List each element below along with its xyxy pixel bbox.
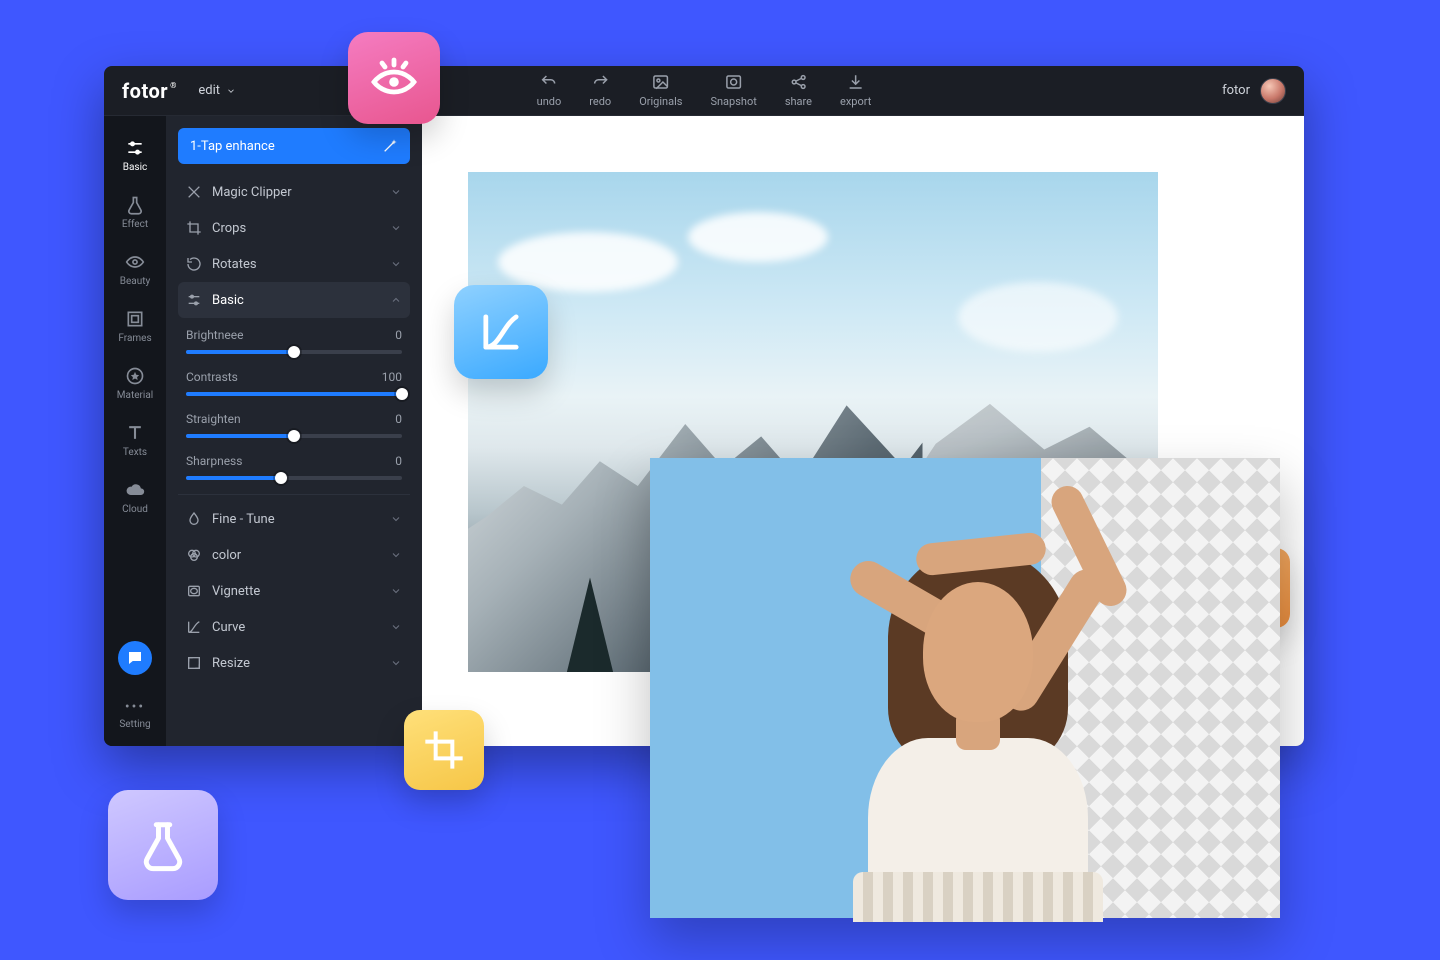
one-tap-enhance-button[interactable]: 1-Tap enhance bbox=[178, 128, 410, 164]
edit-panel: 1-Tap enhance Magic Clipper Crops Rotate… bbox=[166, 116, 422, 746]
brand-registered: ® bbox=[170, 81, 176, 90]
undo-icon bbox=[540, 73, 558, 91]
slider-contrast[interactable]: Contrasts100 bbox=[186, 370, 402, 396]
panel-rotates[interactable]: Rotates bbox=[178, 246, 410, 282]
brand: fotor ® bbox=[122, 79, 176, 103]
sliders-icon bbox=[186, 292, 202, 308]
more-icon: ••• bbox=[125, 699, 145, 715]
rotate-icon bbox=[186, 256, 202, 272]
rail-beauty[interactable]: Beauty bbox=[104, 244, 166, 295]
rail-effect[interactable]: Effect bbox=[104, 187, 166, 238]
cloud-icon bbox=[125, 480, 145, 500]
foreground-cutout-preview bbox=[650, 458, 1280, 918]
crop-icon bbox=[186, 220, 202, 236]
originals-button[interactable]: Originals bbox=[639, 73, 682, 108]
rail-texts[interactable]: Texts bbox=[104, 415, 166, 466]
chevron-down-icon bbox=[226, 86, 236, 96]
panel-vignette[interactable]: Vignette bbox=[178, 573, 410, 609]
sliders-icon bbox=[125, 138, 145, 158]
frame-icon bbox=[125, 309, 145, 329]
flask-icon bbox=[125, 195, 145, 215]
avatar[interactable] bbox=[1260, 78, 1286, 104]
side-rail: Basic Effect Beauty Frames Material Text… bbox=[104, 116, 166, 746]
topbar: fotor ® edit undo redo Originals bbox=[104, 66, 1304, 116]
panel-resize[interactable]: Resize bbox=[178, 645, 410, 681]
rail-material[interactable]: Material bbox=[104, 358, 166, 409]
chat-icon bbox=[126, 649, 144, 667]
panel-fine-tune[interactable]: Fine - Tune bbox=[178, 501, 410, 537]
download-icon bbox=[847, 73, 865, 91]
share-button[interactable]: share bbox=[785, 73, 812, 108]
basic-sliders: Brightneee0 Contrasts100 Straighten0 Sha… bbox=[178, 318, 410, 495]
rail-basic[interactable]: Basic bbox=[104, 130, 166, 181]
tile-curve-icon bbox=[454, 285, 548, 379]
text-icon bbox=[125, 423, 145, 443]
vignette-icon bbox=[186, 583, 202, 599]
rail-frames[interactable]: Frames bbox=[104, 301, 166, 352]
color-icon bbox=[186, 547, 202, 563]
curve-icon bbox=[186, 619, 202, 635]
redo-button[interactable]: redo bbox=[589, 73, 611, 108]
redo-icon bbox=[591, 73, 609, 91]
chevron-down-icon bbox=[390, 585, 402, 597]
rail-setting[interactable]: ••• Setting bbox=[119, 699, 150, 736]
star-circle-icon bbox=[125, 366, 145, 386]
slider-brightness[interactable]: Brightneee0 bbox=[186, 328, 402, 354]
chevron-down-icon bbox=[390, 186, 402, 198]
topbar-user: fotor bbox=[1222, 78, 1286, 104]
panel-curve[interactable]: Curve bbox=[178, 609, 410, 645]
cutout-person bbox=[808, 498, 1148, 918]
topbar-actions: undo redo Originals Snapshot share expor… bbox=[537, 73, 872, 108]
panel-basic[interactable]: Basic bbox=[178, 282, 410, 318]
droplet-icon bbox=[186, 511, 202, 527]
scissors-icon bbox=[186, 184, 202, 200]
chevron-down-icon bbox=[390, 549, 402, 561]
tile-preview-icon bbox=[348, 32, 440, 124]
panel-color[interactable]: color bbox=[178, 537, 410, 573]
chevron-down-icon bbox=[390, 222, 402, 234]
rail-cloud[interactable]: Cloud bbox=[104, 472, 166, 523]
chat-fab[interactable] bbox=[118, 641, 152, 675]
chevron-down-icon bbox=[390, 621, 402, 633]
panel-crops[interactable]: Crops bbox=[178, 210, 410, 246]
eye-icon bbox=[125, 252, 145, 272]
share-icon bbox=[789, 73, 807, 91]
tile-effect-icon bbox=[108, 790, 218, 900]
user-name: fotor bbox=[1222, 83, 1250, 98]
export-button[interactable]: export bbox=[840, 73, 871, 108]
slider-straighten[interactable]: Straighten0 bbox=[186, 412, 402, 438]
magic-wand-icon bbox=[382, 138, 398, 154]
mode-label: edit bbox=[198, 83, 220, 98]
chevron-down-icon bbox=[390, 258, 402, 270]
undo-button[interactable]: undo bbox=[537, 73, 562, 108]
snapshot-icon bbox=[725, 73, 743, 91]
tile-crop-icon bbox=[404, 710, 484, 790]
resize-icon bbox=[186, 655, 202, 671]
mode-select[interactable]: edit bbox=[198, 83, 236, 98]
chevron-down-icon bbox=[390, 513, 402, 525]
chevron-up-icon bbox=[390, 294, 402, 306]
brand-name: fotor bbox=[122, 79, 168, 103]
chevron-down-icon bbox=[390, 657, 402, 669]
panel-magic-clipper[interactable]: Magic Clipper bbox=[178, 174, 410, 210]
snapshot-button[interactable]: Snapshot bbox=[710, 73, 756, 108]
slider-sharpness[interactable]: Sharpness0 bbox=[186, 454, 402, 480]
image-icon bbox=[652, 73, 670, 91]
